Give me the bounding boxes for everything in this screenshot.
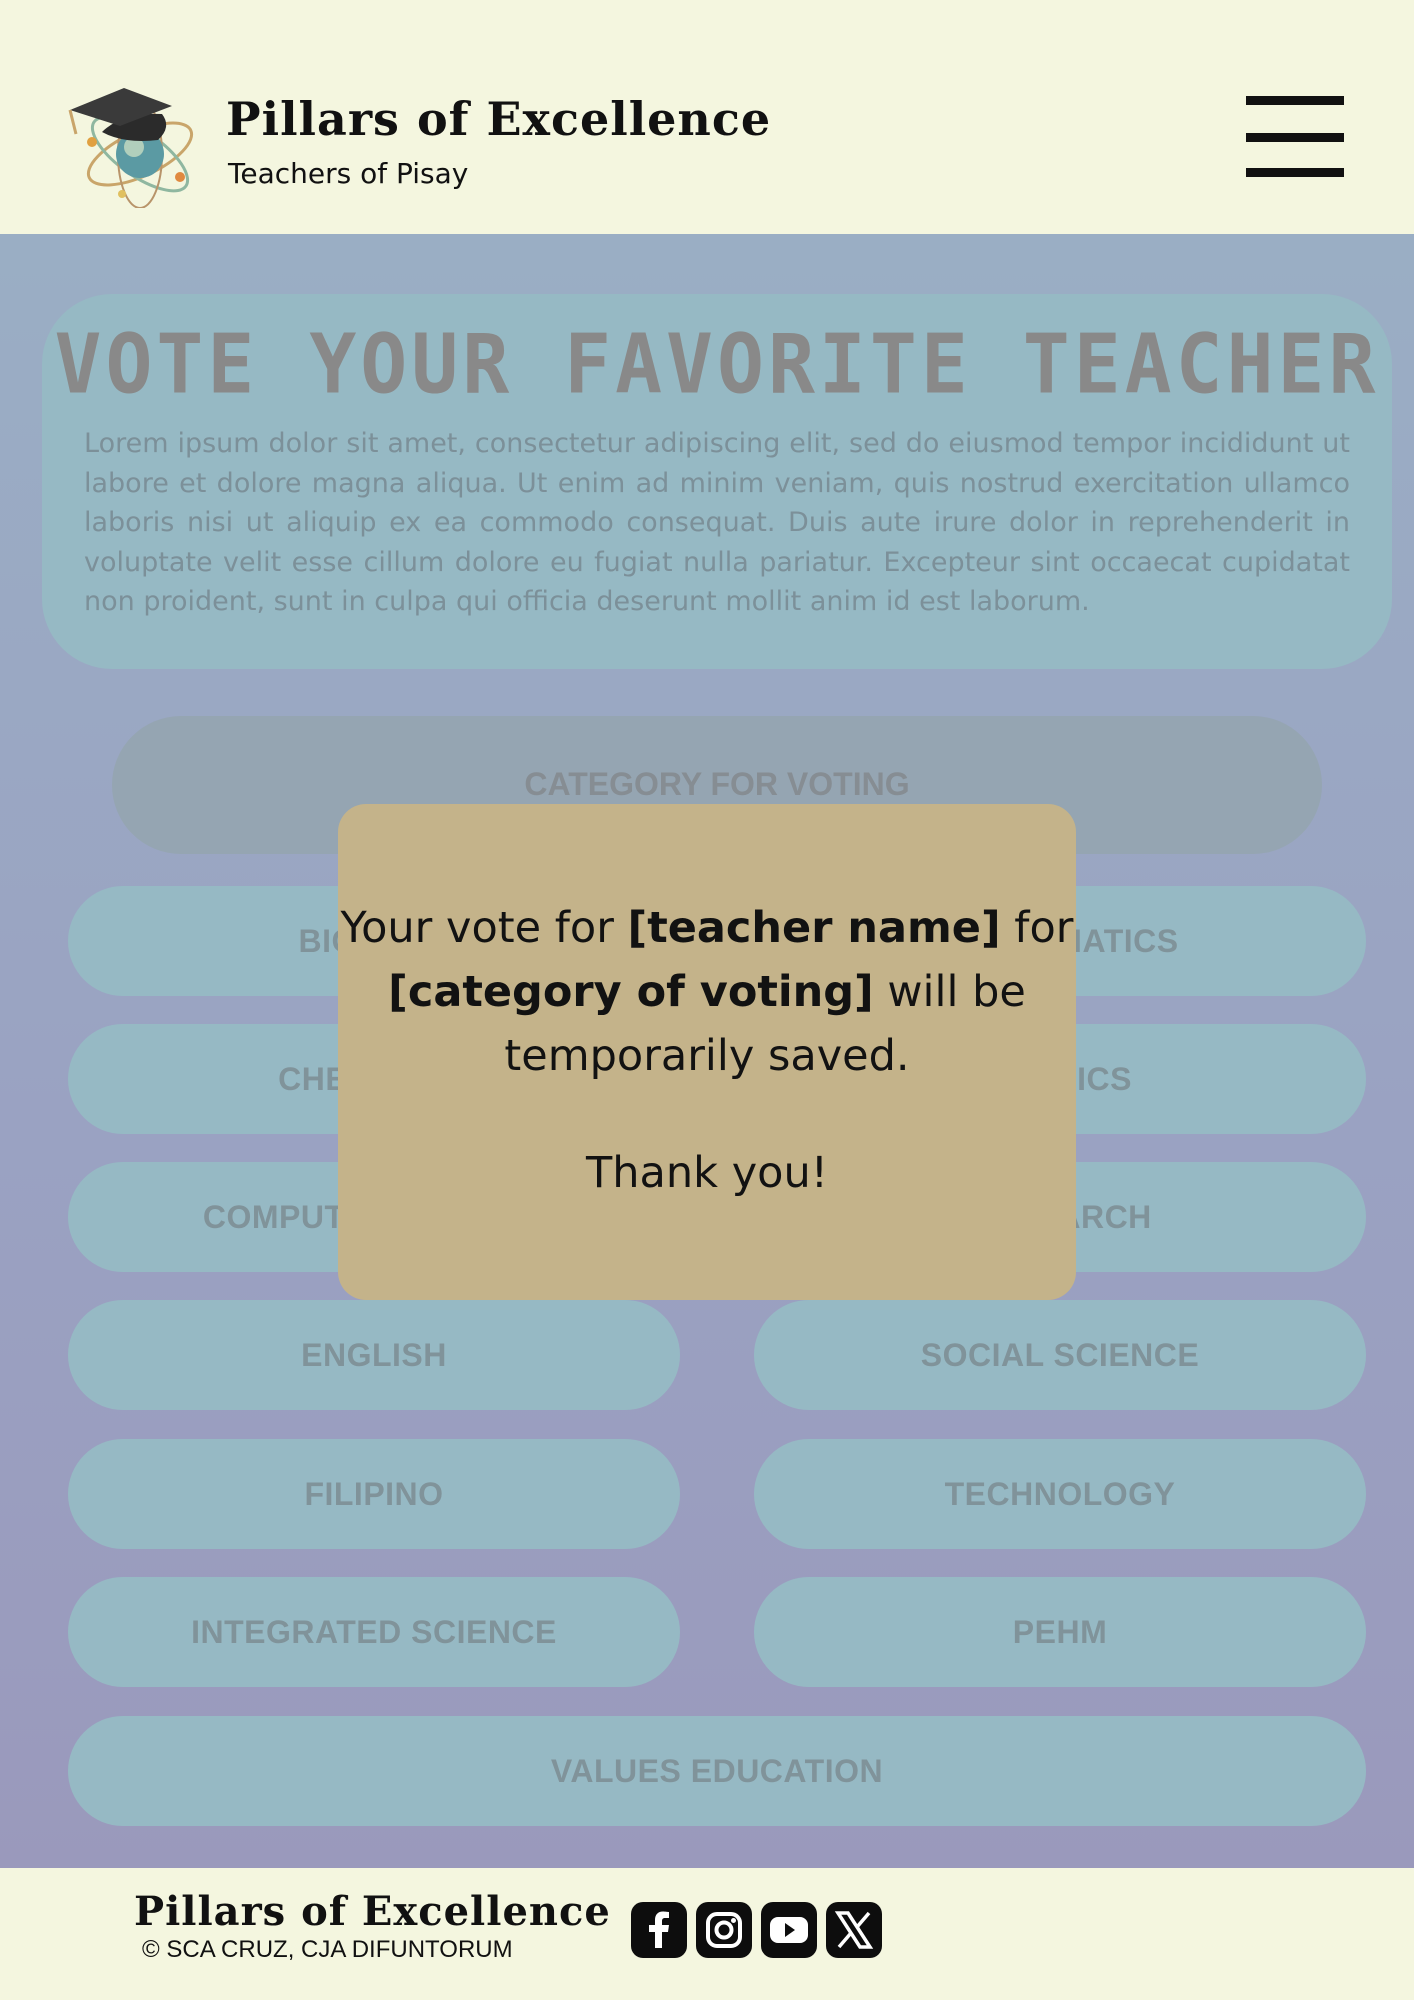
x-icon[interactable]: [826, 1902, 882, 1958]
subject-filipino-button[interactable]: FILIPINO: [68, 1439, 680, 1549]
menu-bar: [1246, 96, 1344, 105]
modal-mid: for: [1000, 903, 1074, 953]
intro-card: VOTE YOUR FAVORITE TEACHER Lorem ipsum d…: [42, 294, 1392, 669]
modal-teacher-name: [teacher name]: [627, 903, 1001, 953]
site-footer: Pillars of Excellence © SCA CRUZ, CJA DI…: [0, 1868, 1414, 2000]
menu-bar: [1246, 133, 1344, 142]
modal-line-1: Your vote for [teacher name] for: [338, 896, 1076, 960]
site-header: Pillars of Excellence Teachers of Pisay: [0, 0, 1414, 234]
youtube-icon[interactable]: [761, 1902, 817, 1958]
subject-technology-button[interactable]: TECHNOLOGY: [754, 1439, 1366, 1549]
modal-category: [category of voting]: [388, 967, 874, 1017]
intro-text: Lorem ipsum dolor sit amet, consectetur …: [84, 428, 1350, 617]
modal-line-2: [category of voting] will be: [338, 960, 1076, 1024]
brand-title: Pillars of Excellence: [226, 92, 772, 146]
logo-icon[interactable]: [62, 82, 202, 209]
modal-message: Your vote for [teacher name] for [catego…: [338, 896, 1076, 1088]
vote-confirmation-modal[interactable]: Your vote for [teacher name] for [catego…: [338, 804, 1076, 1300]
modal-line-3: temporarily saved.: [504, 1031, 910, 1081]
facebook-icon[interactable]: [631, 1902, 687, 1958]
brand-subtitle: Teachers of Pisay: [228, 157, 469, 190]
subject-pehm-button[interactable]: PEHM: [754, 1577, 1366, 1687]
page-title: VOTE YOUR FAVORITE TEACHER: [54, 317, 1380, 413]
footer-title: Pillars of Excellence: [134, 1888, 611, 1935]
subject-integrated-science-button[interactable]: INTEGRATED SCIENCE: [68, 1577, 680, 1687]
footer-copyright: © SCA CRUZ, CJA DIFUNTORUM: [142, 1936, 513, 1963]
subject-values-education-button[interactable]: VALUES EDUCATION: [68, 1716, 1366, 1826]
modal-prefix: Your vote for: [340, 903, 628, 953]
menu-bar: [1246, 168, 1344, 177]
hamburger-menu-icon[interactable]: [1246, 96, 1346, 177]
modal-suffix: will be: [873, 967, 1026, 1017]
modal-thanks: Thank you!: [586, 1148, 828, 1198]
subject-social-science-button[interactable]: SOCIAL SCIENCE: [754, 1300, 1366, 1410]
subject-english-button[interactable]: ENGLISH: [68, 1300, 680, 1410]
instagram-icon[interactable]: [696, 1902, 752, 1958]
